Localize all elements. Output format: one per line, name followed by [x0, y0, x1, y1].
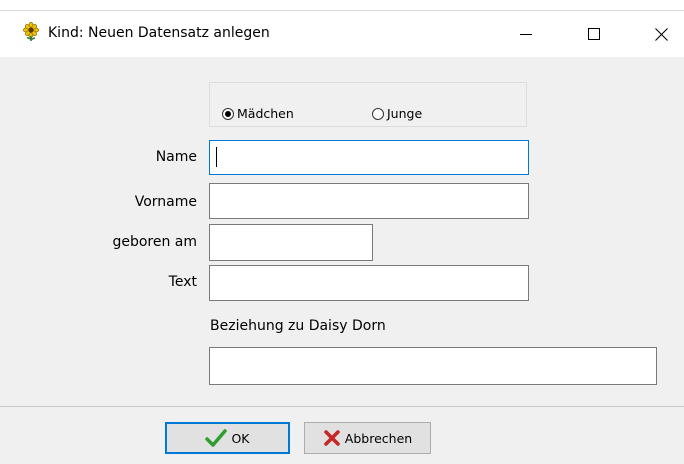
- gender-radio-group: Mädchen Junge: [209, 82, 527, 127]
- ok-button-label: OK: [231, 430, 250, 446]
- text-caret: [216, 147, 217, 167]
- geboren-am-field[interactable]: [209, 224, 373, 261]
- name-label: Name: [155, 149, 197, 165]
- cancel-button[interactable]: Abbrechen: [304, 422, 431, 454]
- maximize-icon: [588, 28, 600, 40]
- radio-junge-label: Junge: [387, 106, 423, 121]
- beziehung-field[interactable]: [209, 347, 657, 385]
- title-bar[interactable]: Kind: Neuen Datensatz anlegen: [0, 11, 684, 57]
- name-field[interactable]: [209, 140, 529, 175]
- radio-unchecked-icon[interactable]: [372, 107, 384, 120]
- close-icon: [654, 27, 668, 41]
- beziehung-label: Beziehung zu Daisy Dorn: [210, 318, 386, 334]
- geboren-am-label: geboren am: [112, 234, 197, 250]
- cancel-button-label: Abbrechen: [344, 430, 413, 446]
- flower-app-icon: [21, 21, 41, 42]
- checkmark-icon: [205, 429, 228, 447]
- vorname-field[interactable]: [209, 183, 529, 219]
- vorname-label: Vorname: [134, 194, 197, 210]
- cross-icon: [323, 429, 341, 447]
- minimize-button[interactable]: [503, 15, 549, 53]
- close-button[interactable]: [638, 15, 684, 53]
- text-label: Text: [168, 274, 197, 290]
- radio-junge[interactable]: Junge: [372, 106, 422, 121]
- ok-button[interactable]: OK: [165, 422, 290, 454]
- minimize-icon: [520, 34, 532, 35]
- radio-maedchen-label: Mädchen: [237, 106, 294, 121]
- radio-maedchen[interactable]: Mädchen: [222, 106, 294, 121]
- window-title: Kind: Neuen Datensatz anlegen: [48, 25, 270, 41]
- radio-checked-icon[interactable]: [222, 107, 234, 120]
- text-field[interactable]: [209, 265, 529, 301]
- maximize-button[interactable]: [571, 15, 617, 53]
